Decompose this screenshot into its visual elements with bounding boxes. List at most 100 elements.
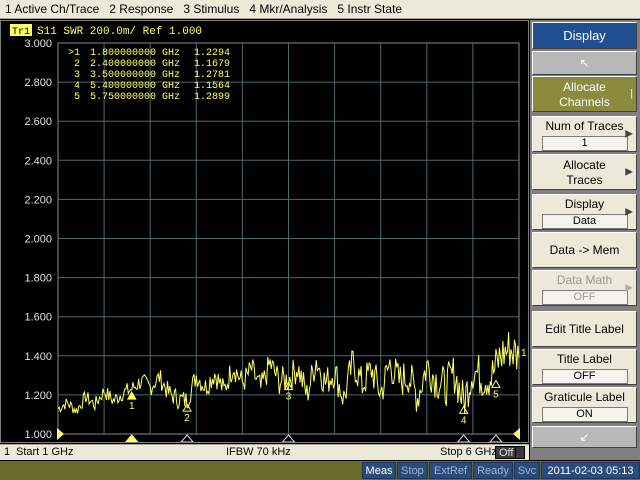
trace-display[interactable]: Tr1 S11 SWR 200.0m/ Ref 1.000 3.000 2.800… — [0, 20, 529, 443]
status-stop: Stop — [397, 462, 428, 479]
marker-table-row: 2 2.400000000 GHz 1.1679 — [74, 59, 230, 70]
marker-id: 5 — [74, 92, 80, 103]
reference-level-marker-right — [513, 428, 520, 440]
stimulus-marker-triangle — [457, 434, 471, 442]
marker-glyph-label: 5 — [493, 389, 499, 400]
return-arrow-icon: ↖ — [579, 56, 590, 70]
marker-id: >1 — [68, 48, 80, 59]
marker-glyph — [491, 379, 501, 388]
softkey-more[interactable]: ↙ — [532, 426, 637, 448]
reference-level-marker — [57, 428, 64, 440]
title-label-label: Title Label — [557, 352, 612, 366]
softkey-edit-title-label[interactable]: Edit Title Label — [532, 311, 637, 347]
softkey-num-traces[interactable]: Num of Traces 1 ▶ — [532, 116, 637, 152]
edit-title-label: Edit Title Label — [545, 322, 624, 336]
stimulus-marker-triangle — [180, 434, 194, 442]
display-value: Data — [541, 214, 628, 229]
swr-chart: Tr1 S11 SWR 200.0m/ Ref 1.000 3.000 2.800… — [10, 24, 527, 442]
softkey-title-display[interactable]: Display — [532, 22, 637, 49]
trace-end-label: 1 — [521, 348, 527, 359]
stimulus-marker-triangle — [489, 434, 503, 442]
marker-frequency: 1.800000000 GHz — [90, 48, 180, 59]
stop-frequency[interactable]: Stop 6 GHz — [440, 446, 497, 458]
marker-value: 1.1564 — [194, 81, 230, 92]
softkey-data-to-mem[interactable]: Data -> Mem — [532, 232, 637, 268]
marker-id: 4 — [74, 81, 80, 92]
y-tick-label: 3.000 — [24, 38, 52, 50]
softkey-display-data[interactable]: Display Data ▶ — [532, 194, 637, 230]
marker-glyph-label: 4 — [461, 415, 467, 426]
marker-frequency: 2.400000000 GHz — [90, 59, 180, 70]
softkey-allocate-channels[interactable]: Allocate Channels | — [532, 76, 637, 112]
num-traces-label: Num of Traces — [545, 119, 624, 133]
status-extref: ExtRef — [429, 462, 472, 479]
chevron-right-icon: ▶ — [625, 206, 633, 218]
marker-value: 1.2899 — [194, 92, 230, 103]
softkey-graticule-label[interactable]: Graticule Label ON — [532, 387, 637, 423]
allocate-traces-label: Allocate Traces — [563, 158, 606, 187]
y-tick-label: 2.800 — [24, 77, 52, 89]
y-tick-label: 1.000 — [24, 429, 52, 441]
marker-frequency: 5.750000000 GHz — [90, 92, 180, 103]
menu-instr-state[interactable]: 5 Instr State — [332, 0, 407, 19]
more-arrow-icon: ↙ — [579, 430, 590, 444]
graticule-label-value: ON — [541, 407, 628, 422]
data-math-label: Data Math — [556, 273, 613, 287]
y-tick-label: 1.800 — [24, 273, 52, 285]
chevron-right-icon: ▶ — [625, 166, 633, 178]
start-frequency[interactable]: Start 1 GHz — [16, 446, 73, 458]
marker-glyph-label: 2 — [184, 413, 190, 424]
title-label-value: OFF — [541, 369, 628, 384]
instrument-status-bar: Meas Stop ExtRef Ready Svc 2011-02-03 05… — [0, 461, 640, 480]
y-tick-label: 2.600 — [24, 116, 52, 128]
y-tick-label: 1.400 — [24, 351, 52, 363]
marker-frequency: 5.400000000 GHz — [90, 81, 180, 92]
y-tick-label: 2.000 — [24, 234, 52, 246]
stimulus-marker-triangle — [125, 434, 139, 442]
marker-glyph — [458, 405, 469, 414]
marker-id: 3 — [74, 70, 80, 81]
num-traces-value: 1 — [541, 136, 628, 151]
data-mem-label: Data -> Mem — [549, 243, 620, 257]
resize-grip-icon — [515, 446, 525, 459]
trace-badge[interactable]: Tr1 — [12, 27, 30, 38]
softkey-allocate-traces[interactable]: Allocate Traces ▶ — [532, 154, 637, 190]
menu-stimulus[interactable]: 3 Stimulus — [178, 0, 244, 19]
status-datetime: 2011-02-03 05:13 — [541, 462, 640, 479]
softkey-panel: Display ↖ Allocate Channels | Num of Tra… — [530, 20, 640, 460]
status-meas: Meas — [362, 462, 396, 479]
status-ready: Ready — [473, 462, 513, 479]
marker-glyph-label: 1 — [129, 401, 135, 412]
channel-number: 1 — [4, 446, 11, 458]
y-tick-label: 2.400 — [24, 155, 52, 167]
menu-mkr-analysis[interactable]: 4 Mkr/Analysis — [244, 0, 332, 19]
channel-status-line: 1 Start 1 GHz IFBW 70 kHz Stop 6 GHz Off — [0, 444, 529, 460]
menu-active-ch-trace[interactable]: 1 Active Ch/Trace — [0, 0, 104, 19]
ifbw-value[interactable]: IFBW 70 kHz — [226, 446, 291, 458]
y-tick-label: 1.200 — [24, 390, 52, 402]
marker-table-row: >1 1.800000000 GHz 1.2294 — [68, 48, 230, 59]
chevron-right-icon: | — [630, 88, 633, 100]
marker-value: 1.2781 — [194, 70, 230, 81]
y-tick-label: 2.200 — [24, 194, 52, 206]
marker-id: 2 — [74, 59, 80, 70]
allocate-channels-label: Allocate Channels — [559, 80, 610, 109]
stimulus-marker-triangle — [281, 434, 296, 442]
graticule-label-label: Graticule Label — [544, 390, 625, 404]
trace-header: S11 SWR 200.0m/ Ref 1.000 — [37, 26, 202, 38]
softkey-title-label: Display — [563, 28, 606, 43]
display-label: Display — [564, 197, 605, 211]
marker-value: 1.1679 — [194, 59, 230, 70]
chevron-right-icon: ▶ — [625, 282, 633, 294]
marker-table-row: 4 5.400000000 GHz 1.1564 — [74, 81, 230, 92]
softkey-title-label[interactable]: Title Label OFF — [532, 349, 637, 385]
softkey-return[interactable]: ↖ — [532, 51, 637, 75]
marker-table-row: 5 5.750000000 GHz 1.2899 — [74, 92, 230, 103]
softkey-data-math[interactable]: Data Math OFF ▶ — [532, 270, 637, 306]
menu-response[interactable]: 2 Response — [104, 0, 178, 19]
marker-table-row: 3 3.500000000 GHz 1.2781 — [74, 70, 230, 81]
marker-value: 1.2294 — [194, 48, 230, 59]
data-math-value: OFF — [541, 290, 628, 305]
menu-bar: 1 Active Ch/Trace 2 Response 3 Stimulus … — [0, 0, 640, 19]
marker-frequency: 3.500000000 GHz — [90, 70, 180, 81]
